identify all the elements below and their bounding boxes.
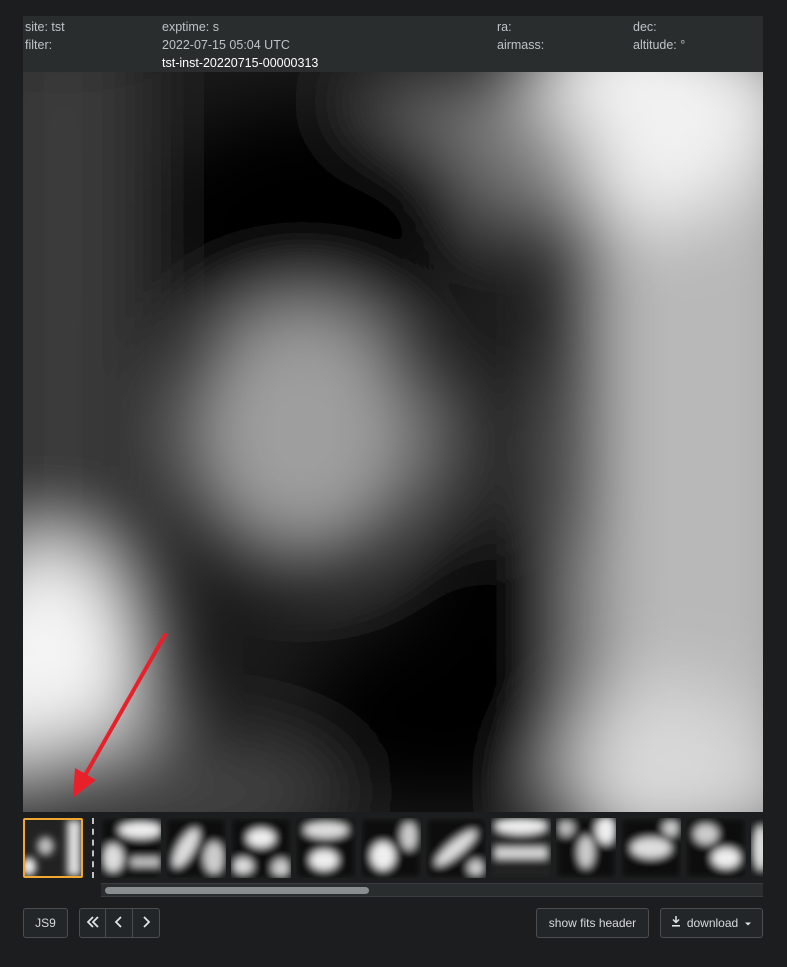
- dec-label: dec:: [633, 20, 657, 34]
- thumbnail-strip: [23, 818, 763, 880]
- js9-button[interactable]: JS9: [23, 908, 68, 938]
- download-label: download: [686, 916, 739, 930]
- thumbnail[interactable]: [686, 818, 746, 878]
- thumbnail-selected[interactable]: [23, 818, 83, 878]
- thumbnail[interactable]: [166, 818, 226, 878]
- caret-down-icon: [744, 909, 752, 937]
- thumbnail[interactable]: [101, 818, 161, 878]
- thumbnail[interactable]: [361, 818, 421, 878]
- image-filename: tst-inst-20220715-00000313: [162, 56, 319, 70]
- download-button[interactable]: download: [660, 908, 763, 938]
- image-info-header: site: tst filter: exptime: s 2022-07-15 …: [23, 16, 763, 72]
- scrollbar-thumb[interactable]: [105, 887, 369, 894]
- chevron-right-icon: [139, 915, 153, 932]
- thumbnail[interactable]: [751, 818, 763, 878]
- filter-label: filter:: [25, 38, 53, 52]
- exptime-label: exptime: s: [162, 20, 219, 34]
- info-col-ra: ra: airmass:: [497, 18, 544, 54]
- download-icon: [671, 909, 681, 937]
- ra-label: ra:: [497, 20, 512, 34]
- info-col-dec: dec: altitude: °: [633, 18, 685, 54]
- show-fits-header-button[interactable]: show fits header: [536, 908, 649, 938]
- site-label: site: tst: [25, 20, 65, 34]
- thumbnail[interactable]: [491, 818, 551, 878]
- thumbnail[interactable]: [621, 818, 681, 878]
- thumbnail[interactable]: [426, 818, 486, 878]
- next-image-button[interactable]: [133, 908, 160, 938]
- thumbnail[interactable]: [231, 818, 291, 878]
- thumbnail[interactable]: [296, 818, 356, 878]
- info-col-time: exptime: s 2022-07-15 05:04 UTC tst-inst…: [162, 18, 318, 72]
- altitude-label: altitude: °: [633, 38, 686, 52]
- previous-image-button[interactable]: [106, 908, 133, 938]
- thumbnail-scrollbar[interactable]: [101, 883, 763, 897]
- first-image-button[interactable]: [79, 908, 106, 938]
- image-viewer[interactable]: [23, 72, 763, 812]
- double-chevron-left-icon: [86, 915, 100, 932]
- main-image: [23, 72, 763, 812]
- navigation-button-group: [79, 908, 160, 938]
- observation-date: 2022-07-15 05:04 UTC: [162, 38, 290, 52]
- thumbnail[interactable]: [556, 818, 616, 878]
- chevron-left-icon: [112, 915, 126, 932]
- airmass-label: airmass:: [497, 38, 545, 52]
- thumbnail-divider: [92, 818, 94, 878]
- info-col-site: site: tst filter:: [25, 18, 65, 54]
